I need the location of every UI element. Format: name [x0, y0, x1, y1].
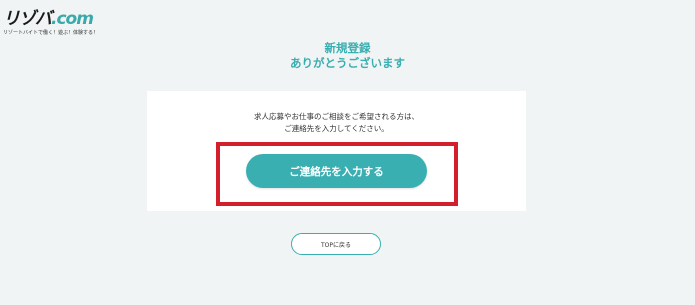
back-to-top-button[interactable]: TOPに戻る: [291, 233, 381, 255]
logo-tagline: リゾートバイトで働く！遊ぶ！体験する！: [3, 30, 99, 36]
heading-line-1: 新規登録: [324, 41, 371, 55]
logo-wordmark: リゾバ.com: [3, 9, 94, 29]
contact-message: 求人応募やお仕事のご相談をご希望される方は、 ご連絡先を入力してください。: [147, 111, 526, 135]
contact-card: 求人応募やお仕事のご相談をご希望される方は、 ご連絡先を入力してください。 ご連…: [147, 91, 526, 211]
enter-contact-button[interactable]: ご連絡先を入力する: [246, 154, 427, 188]
page-heading: 新規登録 ありがとうございます: [0, 41, 695, 71]
site-logo[interactable]: リゾバ.com リゾートバイトで働く！遊ぶ！体験する！: [3, 9, 98, 37]
message-line-2: ご連絡先を入力してください。: [284, 124, 389, 133]
heading-line-2: ありがとうございます: [290, 56, 405, 70]
message-line-1: 求人応募やお仕事のご相談をご希望される方は、: [254, 112, 419, 121]
